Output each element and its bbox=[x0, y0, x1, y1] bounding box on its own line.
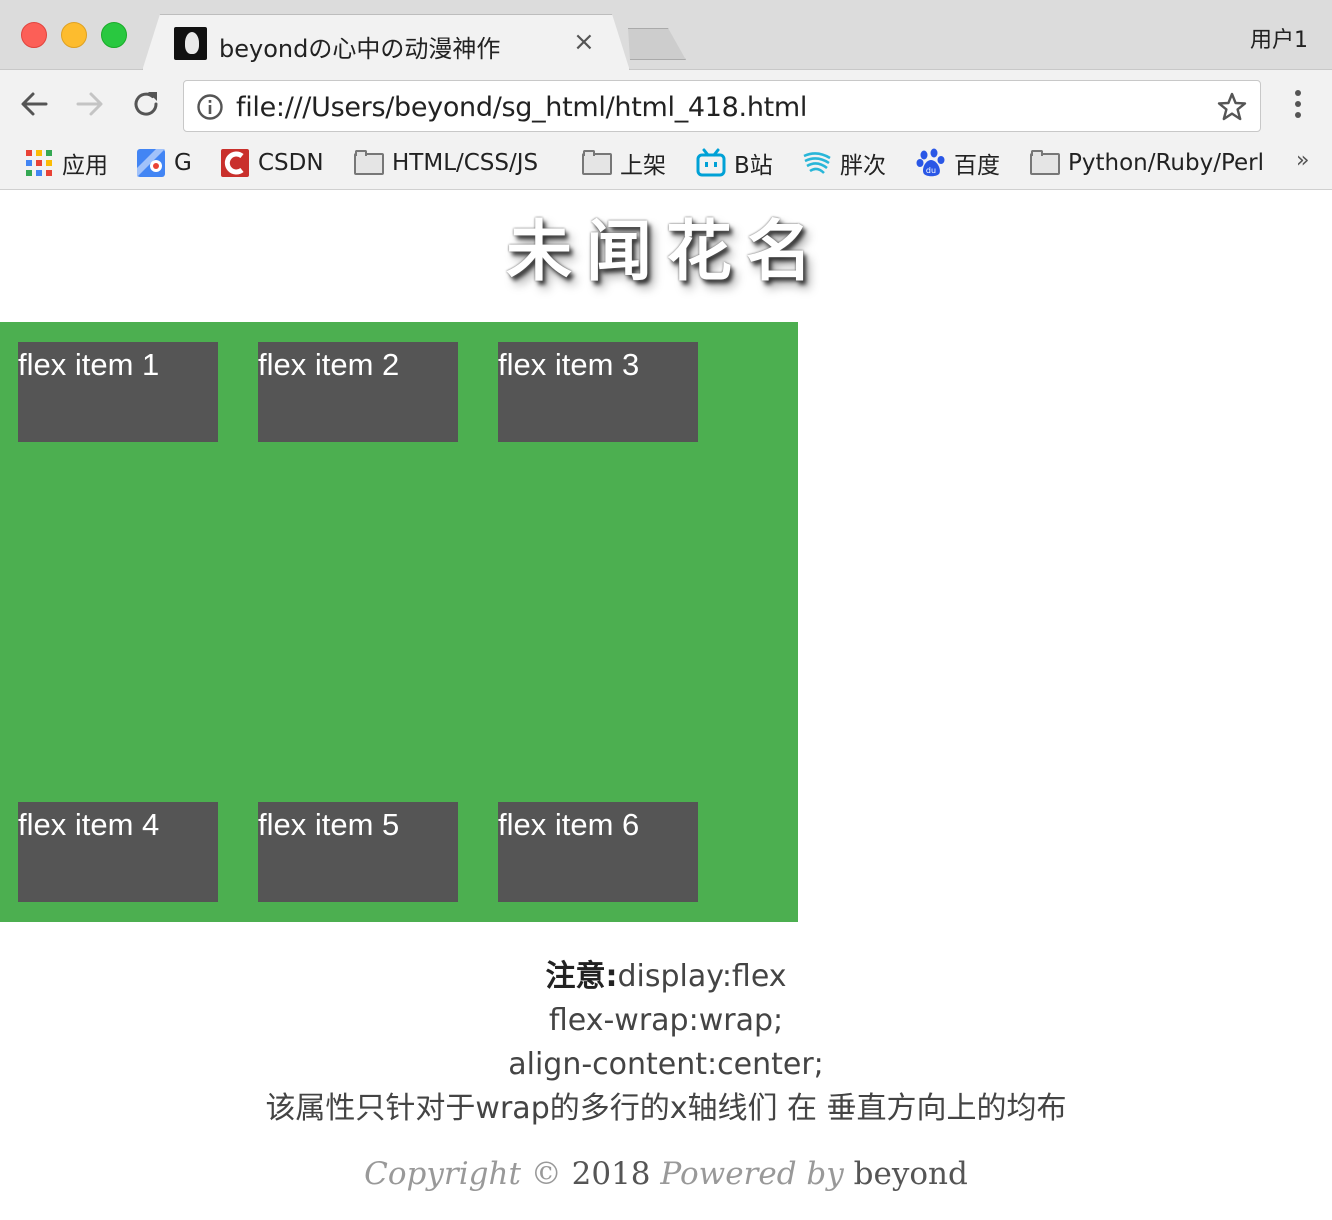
bookmark-folder-shangjia[interactable]: 上架 bbox=[582, 146, 666, 180]
footer-author: beyond bbox=[853, 1156, 968, 1192]
folder-icon bbox=[1030, 148, 1060, 178]
active-tab[interactable]: beyondの心中の动漫神作 × bbox=[142, 14, 630, 71]
bookmark-bilibili[interactable]: B站 bbox=[696, 146, 773, 180]
folder-icon bbox=[582, 148, 612, 178]
flex-item: flex item 1 bbox=[18, 342, 218, 442]
bookmark-label: HTML/CSS/JS bbox=[392, 150, 539, 176]
new-tab-button[interactable] bbox=[620, 28, 686, 60]
bookmark-label: 应用 bbox=[62, 153, 108, 179]
page-heading: 未闻花名 bbox=[506, 213, 826, 290]
flex-item: flex item 5 bbox=[258, 802, 458, 902]
wave-icon bbox=[803, 152, 831, 174]
bookmarks-bar: 应用 G CSDN HTML/CSS/JS 上架 B站 胖次 du 百度 Pyt… bbox=[0, 140, 1332, 190]
flex-item: flex item 2 bbox=[258, 342, 458, 442]
flex-item: flex item 4 bbox=[18, 802, 218, 902]
bookmarks-overflow-icon[interactable]: » bbox=[1296, 148, 1309, 173]
flex-container: flex item 1 flex item 2 flex item 3 flex… bbox=[0, 322, 798, 922]
close-window-button[interactable] bbox=[21, 22, 47, 48]
maximize-window-button[interactable] bbox=[101, 22, 127, 48]
baidu-paw-icon: du bbox=[916, 148, 945, 177]
bookmark-star-icon[interactable] bbox=[1216, 91, 1248, 123]
bookmark-folder-python[interactable]: Python/Ruby/Perl bbox=[1030, 146, 1264, 180]
window-titlebar: beyondの心中の动漫神作 × 用户1 bbox=[0, 0, 1332, 70]
note-line-2: flex-wrap:wrap; bbox=[548, 1003, 784, 1038]
flex-item: flex item 6 bbox=[498, 802, 698, 902]
bookmark-csdn[interactable]: CSDN bbox=[220, 146, 324, 180]
footer: Copyright © 2018 Powered by beyond bbox=[0, 1156, 1332, 1192]
reload-icon[interactable] bbox=[128, 86, 164, 122]
note-line-4: 该属性只针对于wrap的多行的x轴线们 在 垂直方向上的均布 bbox=[265, 1091, 1067, 1126]
bookmark-folder-html[interactable]: HTML/CSS/JS bbox=[354, 146, 538, 180]
svg-text:du: du bbox=[926, 166, 936, 175]
note-line-3: align-content:center; bbox=[508, 1047, 824, 1082]
tab-favicon-icon bbox=[174, 27, 207, 60]
apps-grid-icon bbox=[26, 150, 52, 176]
more-menu-icon[interactable] bbox=[1288, 86, 1308, 122]
bilibili-icon bbox=[696, 148, 726, 177]
url-text[interactable]: file:///Users/beyond/sg_html/html_418.ht… bbox=[236, 92, 807, 123]
footer-copyright: Copyright bbox=[364, 1156, 521, 1192]
bookmark-g[interactable]: G bbox=[136, 146, 192, 180]
google-maps-icon bbox=[137, 149, 165, 177]
info-icon[interactable] bbox=[196, 93, 224, 121]
bookmark-label: G bbox=[174, 150, 192, 176]
tab-close-icon[interactable]: × bbox=[573, 28, 595, 56]
bookmark-pangci[interactable]: 胖次 bbox=[802, 146, 886, 180]
minimize-window-button[interactable] bbox=[61, 22, 87, 48]
bookmark-label: 胖次 bbox=[840, 153, 886, 179]
footer-year: 2018 bbox=[571, 1156, 651, 1192]
bookmark-label: CSDN bbox=[258, 150, 324, 176]
address-bar[interactable]: file:///Users/beyond/sg_html/html_418.ht… bbox=[183, 80, 1261, 132]
note-text: 注意:display:flex flex-wrap:wrap; align-co… bbox=[0, 955, 1332, 1131]
tab-title: beyondの心中の动漫神作 bbox=[219, 35, 501, 63]
browser-toolbar: file:///Users/beyond/sg_html/html_418.ht… bbox=[0, 70, 1332, 140]
bookmark-label: 百度 bbox=[954, 153, 1000, 179]
csdn-icon bbox=[221, 149, 249, 177]
profile-user-label[interactable]: 用户1 bbox=[1250, 22, 1308, 54]
bookmark-label: Python/Ruby/Perl bbox=[1068, 150, 1265, 176]
note-label: 注意: bbox=[545, 959, 618, 994]
bookmark-label: 上架 bbox=[620, 153, 666, 179]
footer-powered-by: Powered by bbox=[660, 1156, 844, 1192]
bookmark-apps[interactable]: 应用 bbox=[24, 146, 108, 180]
forward-arrow-icon[interactable] bbox=[72, 86, 108, 122]
footer-copyright-symbol: © bbox=[530, 1156, 562, 1192]
bookmark-label: B站 bbox=[734, 153, 773, 179]
back-arrow-icon[interactable] bbox=[16, 86, 52, 122]
folder-icon bbox=[354, 148, 384, 178]
bookmark-baidu[interactable]: du 百度 bbox=[916, 146, 1000, 180]
flex-item: flex item 3 bbox=[498, 342, 698, 442]
note-line-1-text: display:flex bbox=[617, 959, 787, 994]
note-line-1: 注意:display:flex bbox=[0, 955, 1332, 999]
